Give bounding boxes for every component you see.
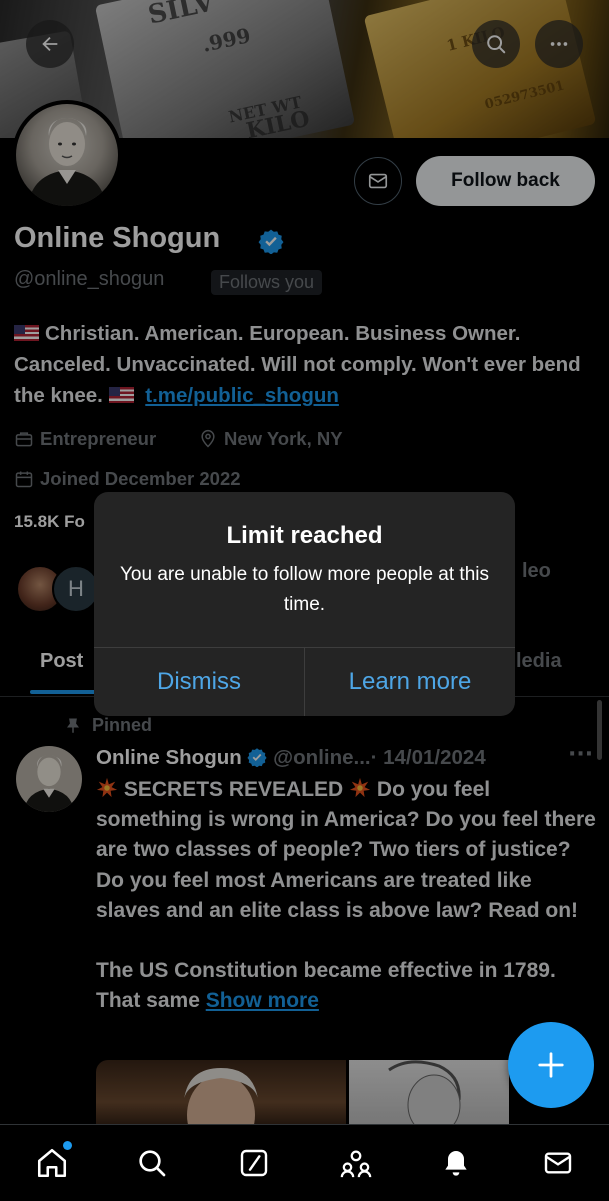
profile-location: New York, NY [198,428,343,450]
mail-icon [368,173,388,189]
post-body: SECRETS REVEALED Do you feel something i… [96,775,596,1016]
nav-search[interactable] [132,1143,172,1183]
us-flag-icon [108,387,134,403]
pin-icon [67,718,79,733]
notification-dot [63,1141,72,1150]
location-pin-icon [201,429,215,448]
portrait-illustration [28,118,106,206]
show-more-link[interactable]: Show more [206,989,319,1012]
portrait-illustration [388,1060,461,1130]
more-button[interactable] [535,20,583,68]
verified-badge-icon [258,229,284,254]
post-date: · 14/01/2024 [370,746,486,769]
grok-icon [240,1149,268,1177]
post-more-icon[interactable]: ··· [568,742,593,767]
follow-back-button[interactable]: Follow back [416,156,595,206]
verified-badge-icon [247,748,268,768]
post-headline: SECRETS REVEALED [123,778,344,801]
portrait-illustration [184,1068,258,1130]
tab-posts[interactable]: Post [40,650,83,673]
post-author-name[interactable]: Online Shogun [96,746,242,769]
back-button[interactable] [26,20,74,68]
profile-bio: Christian. American. European. Business … [14,318,594,411]
follows-you-badge: Follows you [211,270,323,295]
profile-handle: @online_shogun [14,268,165,290]
notifications-icon [445,1151,467,1176]
dismiss-button[interactable]: Dismiss [94,648,304,716]
follower-stats[interactable]: 15.8K Fo [14,512,85,532]
occupation-text: Entrepreneur [40,428,157,449]
tab-active-indicator [30,690,100,694]
post-media-image[interactable] [349,1060,509,1130]
followed-by-avatar: H [52,565,100,613]
nav-notifications[interactable] [436,1143,476,1183]
learn-more-button[interactable]: Learn more [305,648,515,716]
portrait-illustration [16,746,82,812]
dialog-title: Limit reached [226,522,383,549]
nav-messages[interactable] [538,1143,578,1183]
post-media-image[interactable] [96,1060,346,1130]
profile-occupation: Entrepreneur [14,428,156,450]
compose-button[interactable] [508,1022,594,1108]
pinned-label: Pinned [92,715,153,735]
post-author-handle: @online... [273,746,371,769]
bottom-navigation [0,1124,609,1201]
search-icon [139,1150,166,1177]
pinned-indicator: Pinned [64,715,152,736]
limit-reached-dialog: Limit reached You are unable to follow m… [94,492,515,716]
briefcase-icon [15,432,33,447]
plus-icon [538,1052,564,1078]
nav-communities[interactable] [336,1143,376,1183]
nav-home[interactable] [32,1141,72,1183]
search-icon [487,35,506,54]
dialog-message: You are unable to follow more people at … [120,564,489,615]
search-button[interactable] [472,20,520,68]
location-text: New York, NY [224,428,343,449]
profile-name: Online Shogun [14,222,221,254]
communities-icon [340,1150,372,1178]
collision-icon [349,777,371,798]
arrow-left-icon [42,36,58,52]
tab-media[interactable]: ledia [516,650,562,673]
calendar-icon [15,471,33,488]
messages-icon [544,1152,572,1174]
collision-icon [96,777,118,798]
joined-text: Joined December 2022 [40,468,241,489]
nav-grok[interactable] [234,1143,274,1183]
bio-link[interactable]: t.me/public_shogun [145,384,339,407]
tab-peek: leo [522,560,551,582]
post-author-avatar[interactable] [16,746,82,812]
profile-avatar[interactable] [12,100,122,210]
scrollbar[interactable] [597,700,602,760]
more-horizontal-icon [550,42,568,46]
home-icon [37,1148,67,1178]
post-header: Online Shogun @online...· 14/01/2024 [96,746,486,770]
post-text: The US Constitution became effective in … [96,959,556,1013]
profile-joined: Joined December 2022 [14,468,241,490]
us-flag-icon [14,325,39,341]
banner-bar [94,0,356,138]
message-button[interactable] [354,157,402,205]
